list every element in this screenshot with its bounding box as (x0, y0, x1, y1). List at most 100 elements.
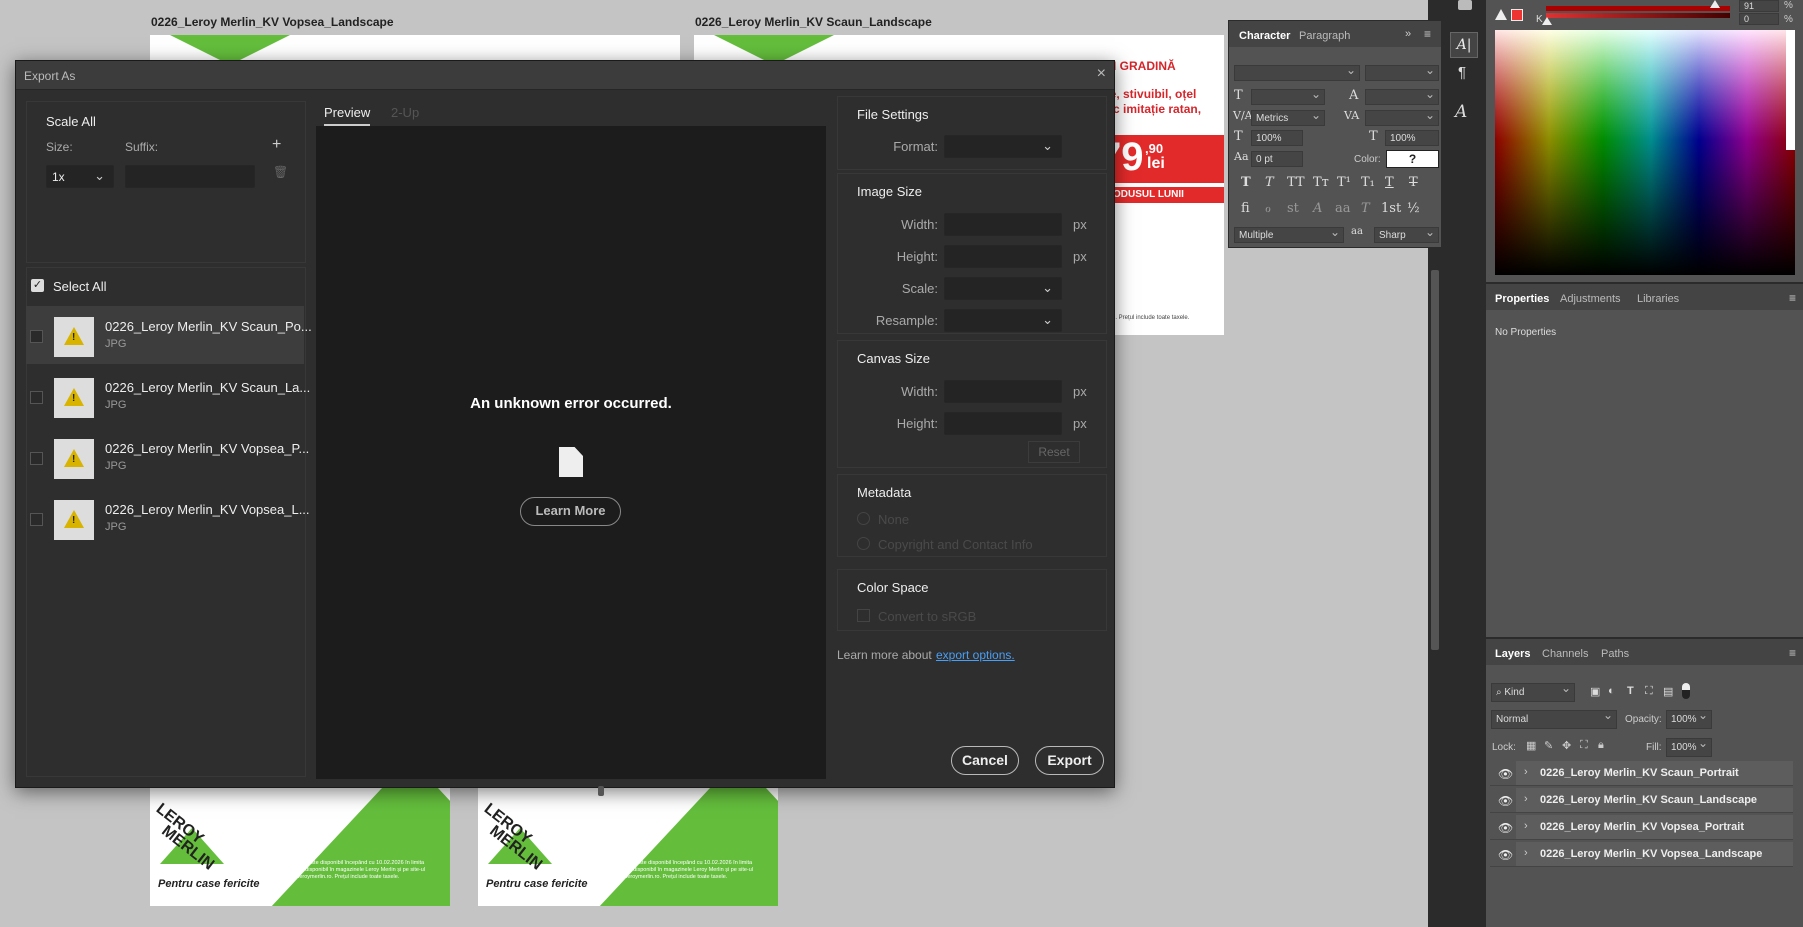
tracking-select[interactable] (1365, 108, 1439, 126)
cancel-button[interactable]: Cancel (951, 746, 1019, 775)
filter-shape-icon[interactable]: ⛶ (1645, 685, 1653, 698)
close-icon[interactable]: × (1097, 65, 1106, 83)
fill-field[interactable]: 100% (1666, 736, 1712, 757)
dialog-resize-grip-icon[interactable] (598, 786, 604, 796)
reset-button[interactable]: Reset (1028, 441, 1080, 463)
layer-row[interactable]: 👁︎ › 0226_Leroy Merlin_KV Vopsea_Portrai… (1490, 815, 1793, 840)
font-family-select[interactable] (1234, 63, 1360, 81)
all-caps-icon[interactable]: TT (1287, 175, 1305, 190)
panel-menu-icon[interactable]: ≡ (1424, 27, 1431, 41)
layers-menu-icon[interactable]: ≡ (1789, 646, 1796, 660)
convert-srgb-label[interactable]: Convert to sRGB (878, 609, 976, 624)
select-all-label[interactable]: Select All (53, 279, 106, 294)
image-height-input[interactable] (944, 245, 1062, 268)
filter-pixel-icon[interactable]: ▣ (1590, 685, 1600, 698)
format-select[interactable]: ⌄ (944, 135, 1062, 158)
file-checkbox[interactable] (30, 391, 43, 404)
tab-channels[interactable]: Channels (1542, 648, 1588, 660)
canvas-height-input[interactable] (944, 412, 1062, 435)
gamut-warning-icon[interactable] (1495, 9, 1507, 20)
visibility-eye-icon[interactable]: 👁︎ (1498, 848, 1513, 862)
metadata-none-label[interactable]: None (878, 512, 909, 527)
size-select[interactable]: 1x ⌄ (46, 165, 114, 188)
file-list-item[interactable]: ! 0226_Leroy Merlin_KV Vopsea_L... JPG (26, 489, 310, 547)
slider-track-top[interactable] (1546, 6, 1730, 11)
text-color-swatch[interactable]: ? (1386, 150, 1439, 168)
file-checkbox[interactable] (30, 452, 43, 465)
tab-character[interactable]: Character (1239, 30, 1290, 42)
learn-more-button[interactable]: Learn More (520, 497, 621, 526)
expand-arrow-icon[interactable]: › (1524, 793, 1528, 805)
k-value-field[interactable]: 0 (1739, 13, 1779, 25)
baseline-shift-field[interactable]: 0 pt (1251, 151, 1303, 167)
language-select[interactable]: Multiple (1234, 225, 1344, 243)
small-caps-icon[interactable]: Tт (1313, 175, 1329, 190)
visibility-eye-icon[interactable]: 👁︎ (1498, 794, 1513, 808)
faux-italic-icon[interactable]: T (1265, 175, 1274, 190)
titling-icon[interactable]: aa (1335, 201, 1351, 216)
properties-menu-icon[interactable]: ≡ (1789, 291, 1796, 305)
glyphs-panel-icon[interactable]: A (1455, 102, 1467, 122)
canvas-width-input[interactable] (944, 380, 1062, 403)
stylistic-icon[interactable]: A (1313, 201, 1322, 216)
image-width-input[interactable] (944, 213, 1062, 236)
artboard-label-vopsea-landscape[interactable]: 0226_Leroy Merlin_KV Vopsea_Landscape (151, 15, 394, 29)
antialias-select[interactable]: Sharp (1374, 225, 1439, 243)
filter-type-icon[interactable]: T (1627, 685, 1634, 697)
ordinals-icon[interactable]: 1st (1381, 201, 1401, 216)
expand-arrow-icon[interactable]: › (1524, 820, 1528, 832)
visibility-eye-icon[interactable]: 👁︎ (1498, 821, 1513, 835)
file-list-item[interactable]: ! 0226_Leroy Merlin_KV Scaun_La... JPG (26, 367, 310, 425)
comments-icon[interactable] (1458, 0, 1472, 10)
swash-icon[interactable]: st (1287, 201, 1299, 216)
tab-paragraph[interactable]: Paragraph (1299, 30, 1350, 42)
lock-all-icon[interactable]: 🔒︎ (1598, 739, 1604, 752)
vertical-scale-field[interactable]: 100% (1251, 130, 1303, 146)
font-style-select[interactable] (1365, 63, 1439, 81)
dialog-titlebar[interactable]: Export As × (16, 61, 1114, 90)
artboard-label-scaun-landscape[interactable]: 0226_Leroy Merlin_KV Scaun_Landscape (695, 15, 932, 29)
visibility-eye-icon[interactable]: 👁︎ (1498, 767, 1513, 781)
tab-layers[interactable]: Layers (1495, 648, 1530, 660)
opacity-field[interactable]: 100% (1666, 708, 1712, 729)
metadata-none-radio[interactable] (857, 512, 870, 525)
faux-bold-icon[interactable]: T (1241, 175, 1251, 190)
resample-select[interactable]: ⌄ (944, 309, 1062, 332)
color-spectrum-ramp[interactable] (1495, 30, 1795, 275)
old-style-icon[interactable]: ℴ (1265, 201, 1271, 216)
delete-scale-icon[interactable]: 🗑︎ (273, 165, 288, 179)
select-all-checkbox[interactable]: ✓ (31, 279, 44, 292)
suffix-input[interactable] (125, 165, 255, 188)
character-panel-icon[interactable]: A| (1450, 32, 1478, 58)
lock-artboard-icon[interactable]: ⛶ (1580, 739, 1588, 752)
filter-toggle-icon[interactable] (1682, 683, 1690, 699)
scale-select[interactable]: ⌄ (944, 277, 1062, 300)
color-value-top[interactable]: 91 (1739, 0, 1779, 12)
canvas-scroll-thumb[interactable] (1431, 270, 1439, 650)
subscript-icon[interactable]: T₁ (1361, 175, 1375, 190)
paragraph-panel-icon[interactable]: ¶ (1458, 64, 1466, 81)
blend-mode-select[interactable]: Normal (1491, 708, 1617, 729)
file-list-item[interactable]: ! 0226_Leroy Merlin_KV Scaun_Po... JPG (26, 306, 312, 364)
layer-filter-kind-select[interactable]: ⌕ Kind (1491, 681, 1575, 702)
expand-arrow-icon[interactable]: › (1524, 847, 1528, 859)
ornaments-icon[interactable]: T (1361, 201, 1370, 216)
tab-paths[interactable]: Paths (1601, 648, 1629, 660)
underline-icon[interactable]: T (1385, 175, 1394, 190)
lock-image-icon[interactable]: ✎ (1544, 739, 1553, 752)
superscript-icon[interactable]: T¹ (1337, 175, 1351, 190)
strikethrough-icon[interactable]: T (1409, 175, 1418, 190)
add-scale-icon[interactable]: + (272, 136, 281, 154)
horizontal-scale-field[interactable]: 100% (1385, 130, 1439, 146)
font-size-field[interactable] (1251, 87, 1325, 105)
tab-preview[interactable]: Preview (324, 105, 371, 126)
metadata-copyright-label[interactable]: Copyright and Contact Info (878, 537, 1033, 552)
tab-2up[interactable]: 2-Up (391, 105, 419, 120)
layer-row[interactable]: 👁︎ › 0226_Leroy Merlin_KV Scaun_Landscap… (1490, 788, 1793, 813)
file-checkbox[interactable] (30, 330, 43, 343)
panel-collapse-icon[interactable]: » (1405, 28, 1411, 40)
k-slider-handle[interactable] (1542, 17, 1552, 25)
fractions-icon[interactable]: ½ (1407, 201, 1420, 216)
lock-transparent-icon[interactable]: ▦ (1526, 739, 1536, 752)
file-checkbox[interactable] (30, 513, 43, 526)
